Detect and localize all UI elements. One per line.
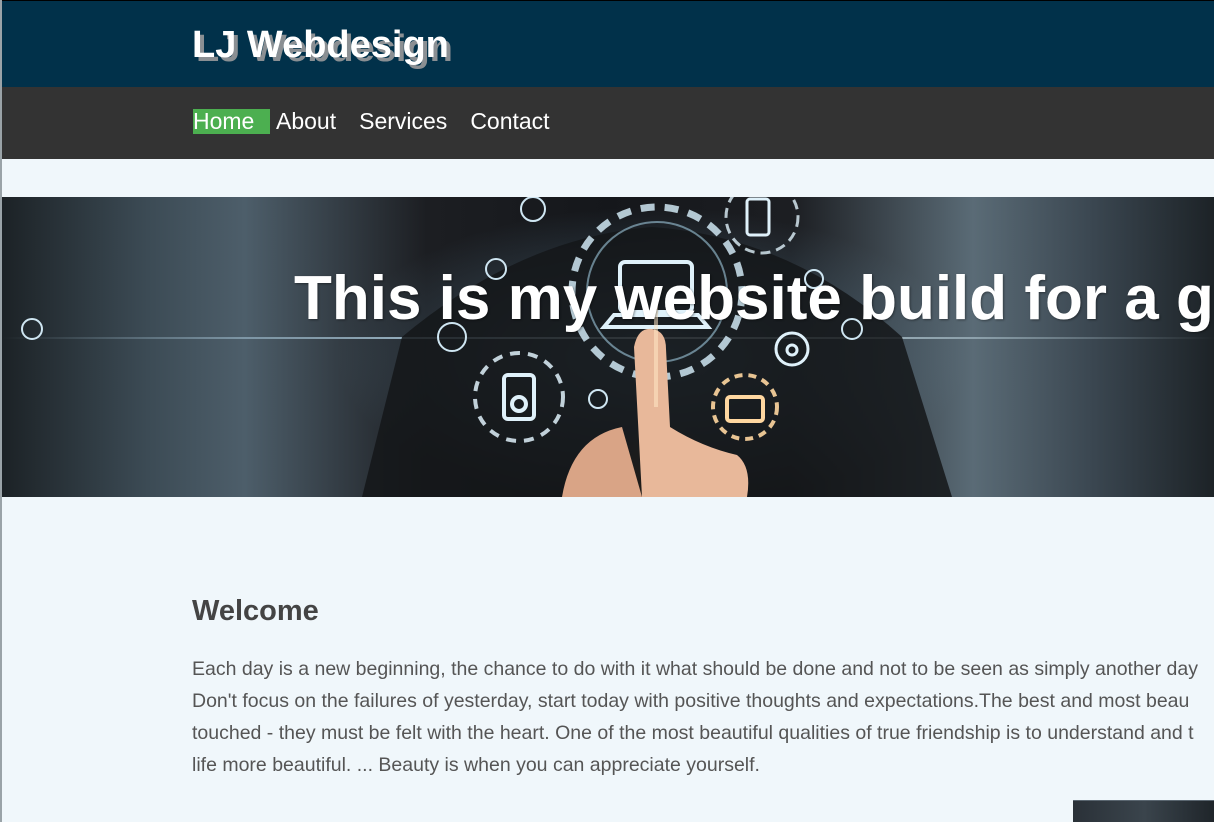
paragraph-line: Each day is a new beginning, the chance … (192, 658, 1199, 680)
paragraph-line: touched - they must be felt with the hea… (192, 722, 1194, 744)
phone-icon (724, 197, 800, 255)
content-image-thumbnail (1073, 800, 1214, 822)
nav-item-contact[interactable]: Contact (470, 109, 549, 134)
welcome-paragraph: Each day is a new beginning, the chance … (192, 653, 1214, 781)
nav-item-services[interactable]: Services (359, 109, 447, 134)
hero-background-illustration (21, 197, 952, 497)
nav-list: Home About Services Contact (193, 109, 550, 134)
site-logo-title[interactable]: LJ Webdesign (192, 23, 449, 67)
main-navigation: Home About Services Contact (2, 87, 1214, 159)
hero-banner: This is my website build for a g (2, 197, 1214, 497)
welcome-heading: Welcome (192, 595, 319, 627)
nav-item-about[interactable]: About (276, 109, 336, 134)
site-header: LJ Webdesign (2, 0, 1214, 87)
paragraph-line: Don't focus on the failures of yesterday… (192, 690, 1190, 712)
nav-item-home[interactable]: Home (193, 109, 270, 134)
hero-title: This is my website build for a g (294, 264, 1214, 333)
page: LJ Webdesign Home About Services Contact (0, 0, 1214, 822)
paragraph-line: life more beautiful. ... Beauty is when … (192, 754, 760, 776)
small-device-icon (520, 197, 546, 222)
small-device-icon (21, 318, 43, 340)
